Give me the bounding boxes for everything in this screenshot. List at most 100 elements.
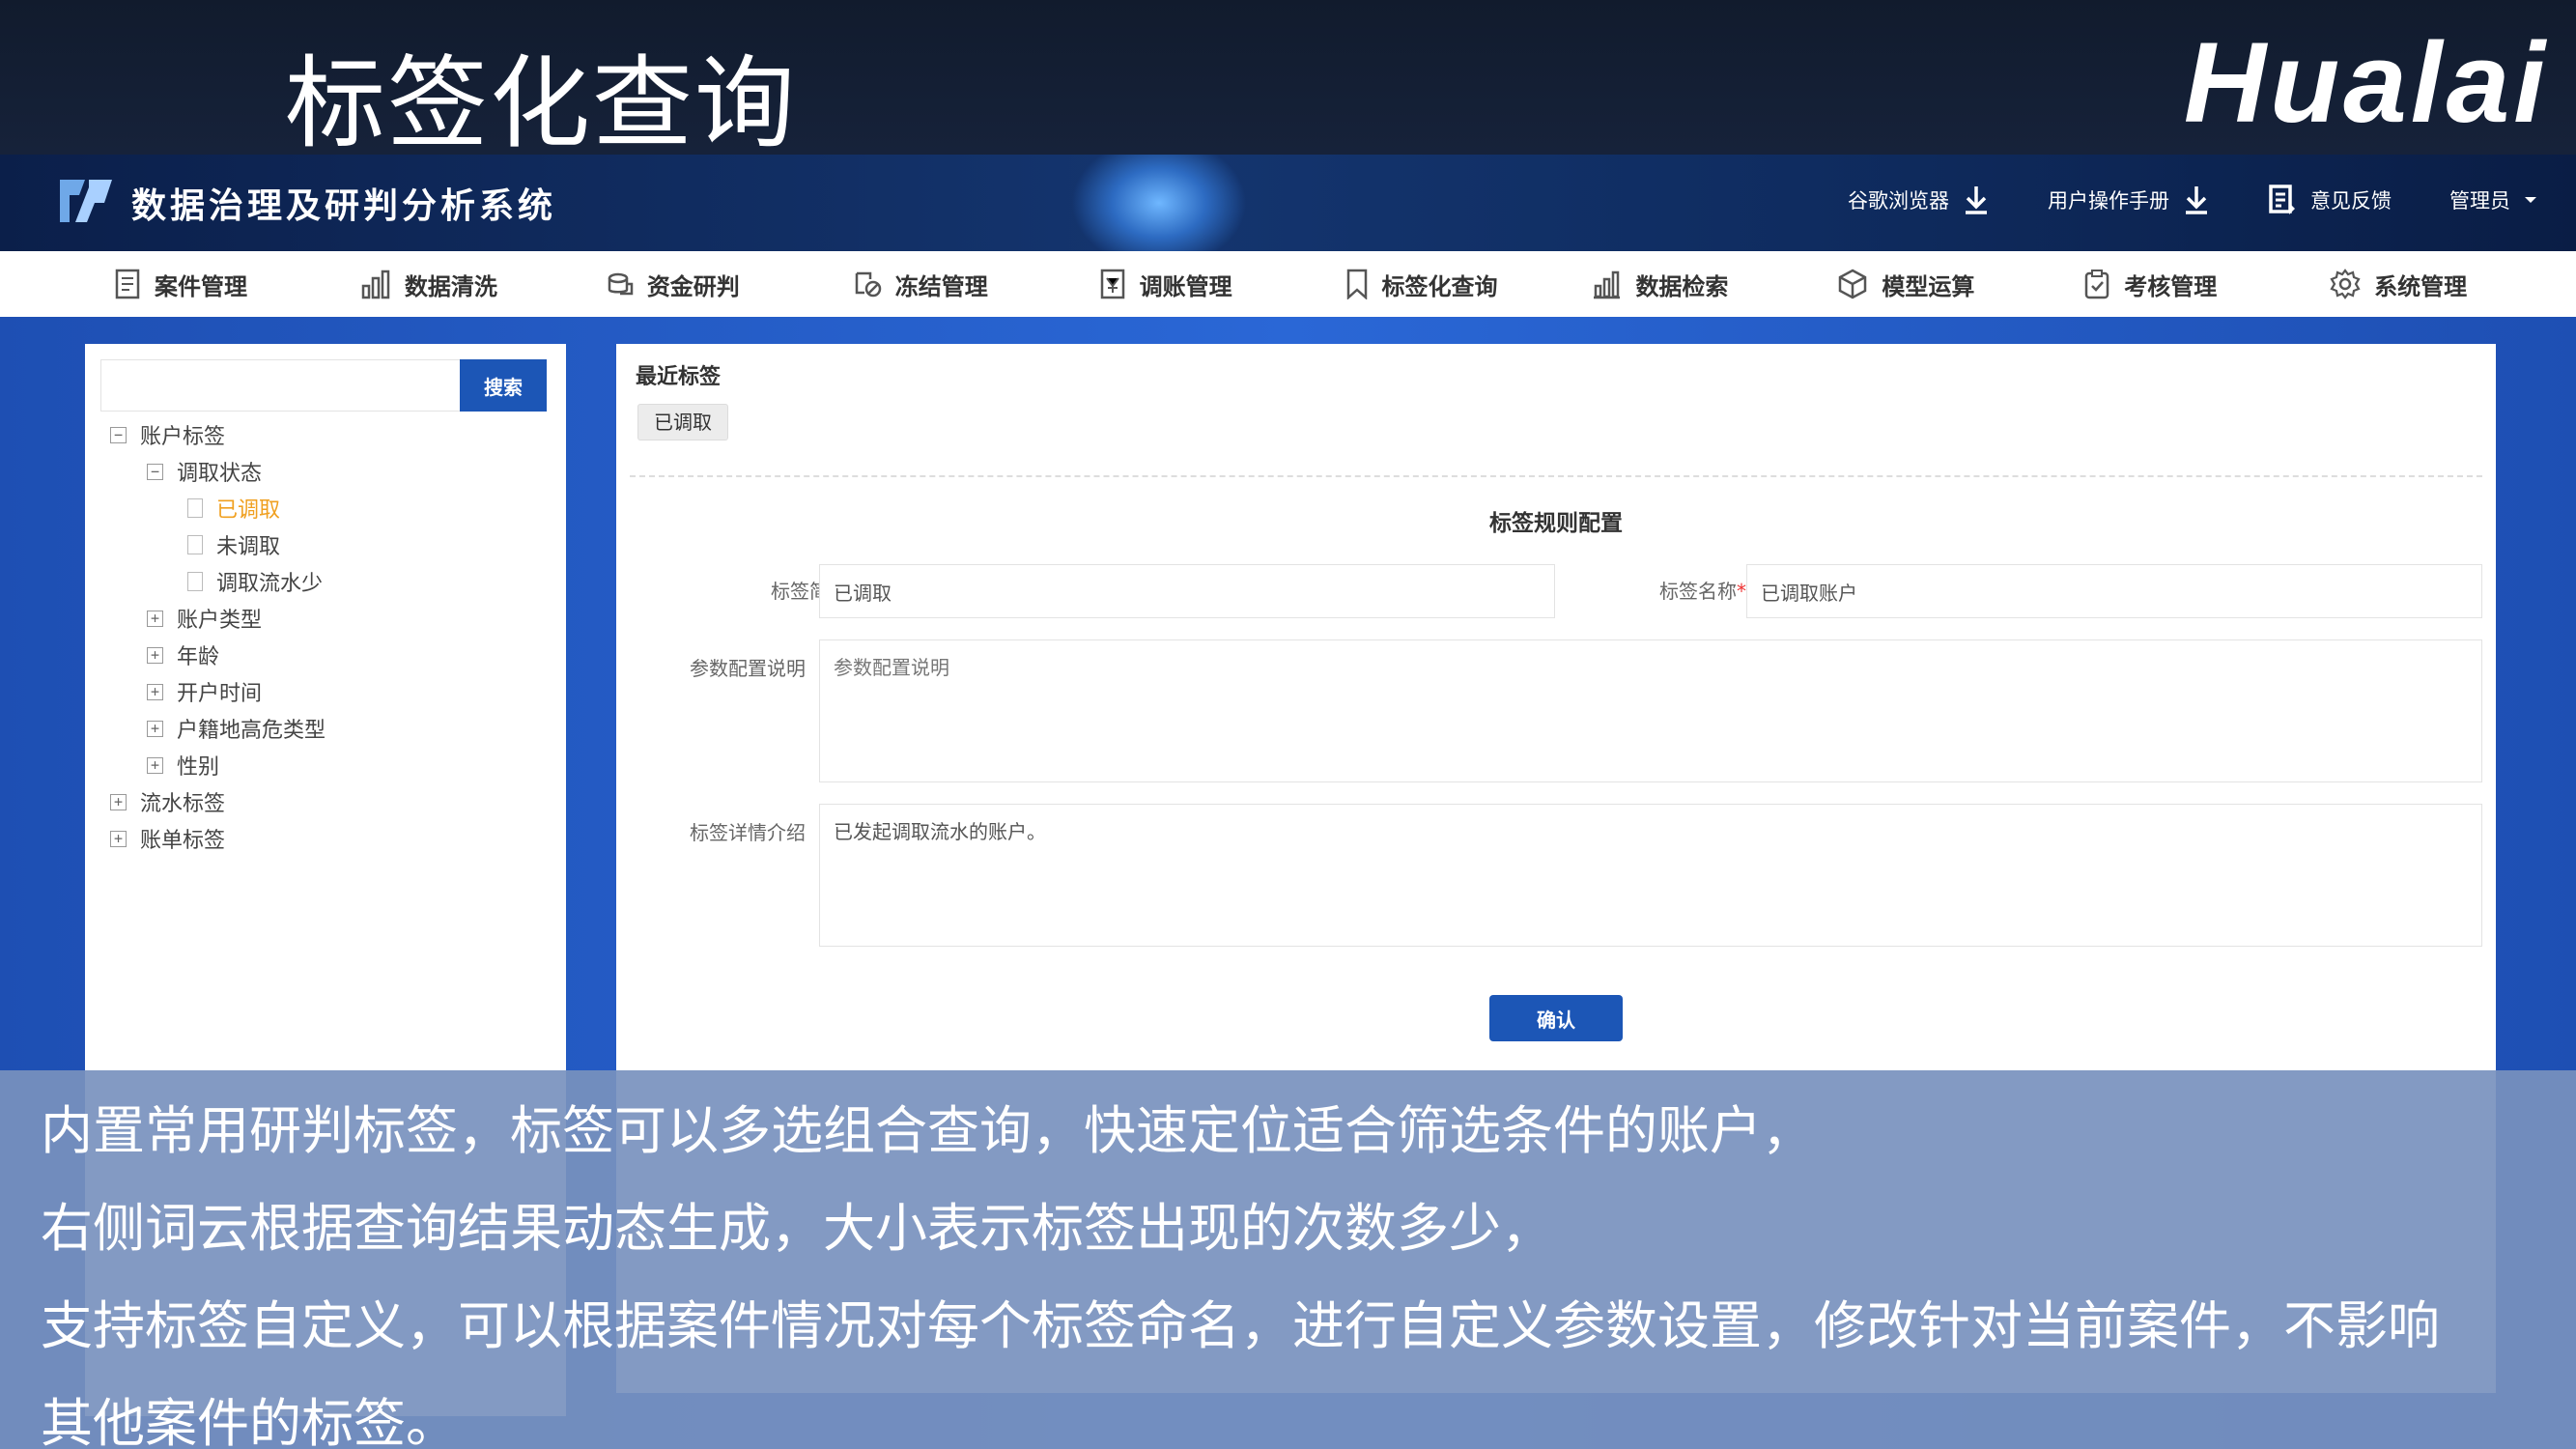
collapse-icon[interactable]: − <box>110 426 127 443</box>
nav-label: 标签化查询 <box>1381 272 1498 300</box>
tree-node-flow-tags[interactable]: + 流水标签 <box>110 786 225 817</box>
download-icon <box>2186 186 2207 214</box>
nav-label: 冻结管理 <box>894 272 988 300</box>
manual-download-link[interactable]: 用户操作手册 <box>2048 185 2210 215</box>
tree-node-open-time[interactable]: + 开户时间 <box>147 676 262 707</box>
tree-node-label: 账户标签 <box>140 425 226 449</box>
expand-icon[interactable]: + <box>147 610 163 627</box>
short-name-input[interactable] <box>819 564 1555 618</box>
feedback-icon <box>2269 185 2295 214</box>
nav-data-cleaning[interactable]: 数据清洗 <box>360 268 607 301</box>
tree-search: 搜索 <box>100 359 547 412</box>
tree-node-bill-tags[interactable]: + 账单标签 <box>110 823 225 854</box>
nav-fund-analysis[interactable]: 资金研判 <box>607 268 853 301</box>
caption-line: 其他案件的标签。 <box>41 1393 458 1449</box>
expand-icon[interactable]: + <box>147 683 163 700</box>
tree-node-account-type[interactable]: + 账户类型 <box>147 603 262 634</box>
required-mark: * <box>1737 580 1746 603</box>
expand-icon[interactable]: + <box>147 756 163 774</box>
tree-node-label: 账单标签 <box>140 829 226 853</box>
nav-label: 调账管理 <box>1139 272 1232 300</box>
tree-node-low-flow[interactable]: 调取流水少 <box>187 566 323 597</box>
chrome-download-link[interactable]: 谷歌浏览器 <box>1848 185 1990 215</box>
top-banner: 标签化查询 Hualai <box>0 0 2576 162</box>
nav-case-management[interactable]: 案件管理 <box>114 268 360 301</box>
collapse-icon[interactable]: − <box>147 463 163 480</box>
manual-download-label: 用户操作手册 <box>2048 189 2169 213</box>
full-name-input[interactable] <box>1746 564 2482 618</box>
cube-icon <box>1839 269 1867 299</box>
file-icon <box>187 498 203 518</box>
tree-node-label: 未调取 <box>216 535 281 559</box>
tree-node-account-tags[interactable]: − 账户标签 <box>110 419 225 450</box>
tag-detail-textarea[interactable]: 已发起调取流水的账户。 <box>819 804 2482 947</box>
nav-label: 案件管理 <box>155 272 247 300</box>
tree-node-hometown-risk[interactable]: + 户籍地高危类型 <box>147 713 326 744</box>
tree-node-label: 户籍地高危类型 <box>177 719 326 743</box>
tree-node-label: 年龄 <box>177 645 220 669</box>
chart-icon <box>1594 270 1621 299</box>
nav-label: 资金研判 <box>646 272 740 300</box>
tree-node-not-retrieved[interactable]: 未调取 <box>187 529 280 560</box>
tree-node-gender[interactable]: + 性别 <box>147 750 219 781</box>
tree-node-label: 账户类型 <box>177 609 263 633</box>
chrome-download-label: 谷歌浏览器 <box>1848 189 1949 213</box>
header-tools: 谷歌浏览器 用户操作手册 意见反馈 管理员 <box>1848 184 2537 216</box>
main-nav: 案件管理 数据清洗 资金研判 冻结管理 调账管理 标签化查询 数据检索 模型运算… <box>0 251 2576 317</box>
document-icon <box>115 269 140 299</box>
caption-line: 内置常用研判标签，标签可以多选组合查询，快速定位适合筛选条件的账户， <box>41 1100 1814 1161</box>
tree-node-age[interactable]: + 年龄 <box>147 639 219 670</box>
tree-node-retrieval-status[interactable]: − 调取状态 <box>147 456 262 487</box>
recent-tag-chip[interactable]: 已调取 <box>637 404 728 440</box>
expand-icon[interactable]: + <box>110 793 127 810</box>
file-icon <box>187 572 203 591</box>
app-logo-icon <box>60 180 112 222</box>
tree-node-label: 流水标签 <box>140 792 226 816</box>
admin-label: 管理员 <box>2449 189 2510 213</box>
recent-tags-title: 最近标签 <box>636 365 722 389</box>
admin-menu[interactable]: 管理员 <box>2449 185 2537 214</box>
bar-chart-icon <box>361 270 390 299</box>
full-name-label: 标签名称* <box>1601 576 1746 604</box>
feedback-label: 意见反馈 <box>2310 189 2392 213</box>
tree-node-retrieved[interactable]: 已调取 <box>187 493 280 524</box>
nav-model-computation[interactable]: 模型运算 <box>1837 268 2083 301</box>
account-icon <box>1100 269 1124 299</box>
nav-tag-query[interactable]: 标签化查询 <box>1345 268 1592 301</box>
tree-node-label: 开户时间 <box>177 682 263 706</box>
tag-detail-label: 标签详情介绍 <box>690 821 806 844</box>
gear-icon <box>2330 269 2361 299</box>
expand-icon[interactable]: + <box>110 830 127 847</box>
expand-icon[interactable]: + <box>147 720 163 737</box>
caption-line: 右侧词云根据查询结果动态生成，大小表示标签出现的次数多少， <box>41 1198 1553 1259</box>
tree-search-input[interactable] <box>100 359 460 412</box>
nav-assessment-management[interactable]: 考核管理 <box>2083 268 2330 301</box>
nav-data-search[interactable]: 数据检索 <box>1591 268 1837 301</box>
feedback-link[interactable]: 意见反馈 <box>2268 184 2392 216</box>
confirm-button[interactable]: 确认 <box>1489 995 1623 1041</box>
app-header: 数据治理及研判分析系统 谷歌浏览器 用户操作手册 意见反馈 管理员 <box>0 155 2576 251</box>
nav-system-management[interactable]: 系统管理 <box>2330 268 2576 301</box>
tree-node-label: 调取流水少 <box>216 572 324 596</box>
brand-logo: Hualai <box>2183 19 2549 147</box>
nav-freeze-management[interactable]: 冻结管理 <box>853 268 1099 301</box>
bookmark-icon <box>1346 269 1367 299</box>
tree-node-label: 性别 <box>177 755 220 780</box>
freeze-icon <box>855 271 881 298</box>
expand-icon[interactable]: + <box>147 646 163 664</box>
search-button[interactable]: 搜索 <box>460 359 547 412</box>
caret-down-icon <box>2525 197 2536 203</box>
nav-label: 数据清洗 <box>404 272 497 300</box>
tree-node-label: 调取状态 <box>177 462 263 486</box>
param-config-textarea[interactable] <box>819 639 2482 782</box>
full-name-label-text: 标签名称 <box>1659 580 1737 603</box>
nav-label: 模型运算 <box>1882 272 1975 300</box>
file-icon <box>187 535 203 554</box>
caption-overlay: 内置常用研判标签，标签可以多选组合查询，快速定位适合筛选条件的账户， 右侧词云根… <box>0 1070 2576 1449</box>
nav-label: 考核管理 <box>2124 272 2218 300</box>
clipboard-icon <box>2085 270 2109 299</box>
section-divider <box>630 475 2482 477</box>
nav-account-adjustment[interactable]: 调账管理 <box>1099 268 1345 301</box>
tree-node-label: 已调取 <box>216 498 281 523</box>
coins-icon <box>608 272 634 296</box>
